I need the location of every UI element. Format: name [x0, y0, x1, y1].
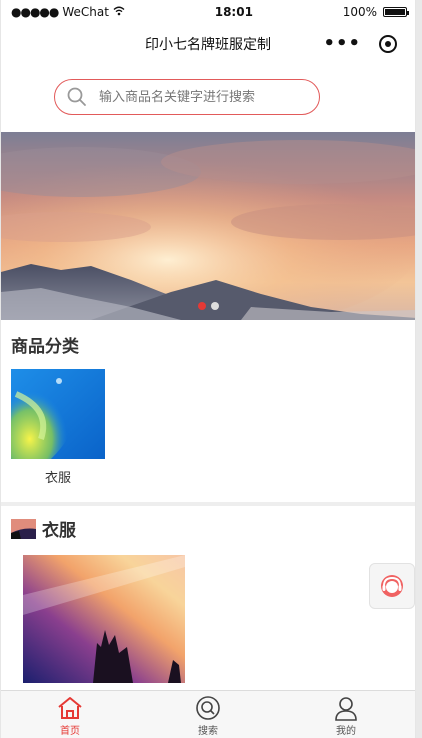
tab-bar: 首页 搜索 我的	[1, 690, 415, 738]
status-right: 100%	[342, 5, 409, 19]
tab-search[interactable]: 搜索	[140, 691, 277, 738]
search-box[interactable]	[54, 79, 320, 115]
product-image[interactable]	[23, 555, 185, 683]
category-item-clothes[interactable]: 衣服	[11, 369, 105, 486]
group-thumbnail	[11, 518, 36, 539]
category-label: 衣服	[44, 471, 71, 486]
indicator-dot[interactable]	[211, 302, 219, 310]
capsule-actions: •••	[323, 32, 397, 56]
group-title: 衣服	[42, 521, 76, 541]
phone-screen: ●●●●● WeChat 18:01 100% 印小七名牌班服定制 ••• 输入…	[0, 0, 416, 738]
page-title: 印小七名牌班服定制	[145, 37, 271, 53]
wifi-icon	[113, 5, 125, 19]
banner-carousel[interactable]	[1, 132, 415, 320]
nav-bar: 印小七名牌班服定制 •••	[1, 24, 415, 64]
status-bar: ●●●●● WeChat 18:01 100%	[1, 0, 415, 24]
home-icon	[58, 697, 82, 719]
search-icon	[196, 696, 220, 720]
tab-label: 搜索	[197, 726, 218, 737]
more-options-icon[interactable]: •••	[323, 32, 361, 56]
indicator-dot-active[interactable]	[198, 302, 206, 310]
tab-home[interactable]: 首页	[2, 691, 139, 738]
banner-image	[1, 132, 415, 320]
battery-percent: 100%	[342, 5, 377, 19]
signal-icon: ●●●●●	[11, 5, 59, 19]
category-thumbnail	[11, 369, 105, 459]
search-icon	[67, 87, 87, 107]
search-input[interactable]	[97, 88, 301, 106]
product-group-header: 衣服	[1, 506, 415, 551]
tab-label: 首页	[59, 726, 80, 737]
status-time: 18:01	[214, 5, 253, 19]
status-left: ●●●●● WeChat	[11, 5, 125, 19]
carrier-name: WeChat	[62, 5, 109, 19]
category-section-title: 商品分类	[11, 337, 79, 357]
user-icon	[335, 697, 357, 721]
close-miniprogram-icon[interactable]	[379, 35, 397, 53]
tab-label: 我的	[335, 726, 356, 737]
headset-icon	[381, 575, 403, 597]
carousel-indicators	[198, 302, 219, 310]
battery-icon	[383, 7, 409, 17]
tab-profile[interactable]: 我的	[278, 691, 415, 738]
customer-service-button[interactable]	[369, 563, 415, 609]
category-list: 衣服	[1, 369, 415, 486]
search-area	[1, 64, 415, 132]
